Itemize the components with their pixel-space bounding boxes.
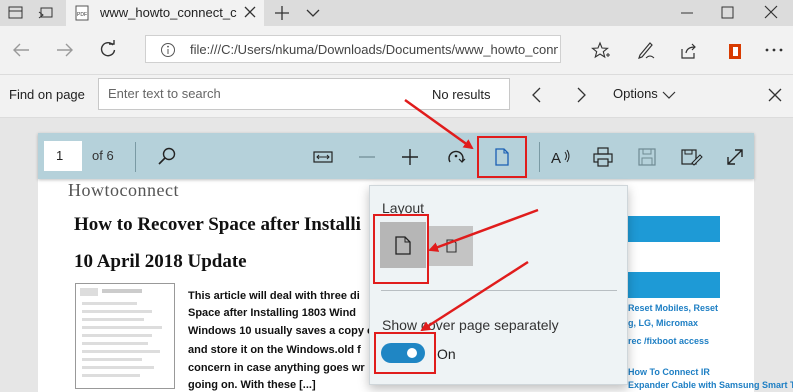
annotation-arrows [404,98,539,332]
annotation-arrow [420,260,529,332]
annotation-arrow [404,98,474,150]
annotation-arrow [428,208,539,252]
